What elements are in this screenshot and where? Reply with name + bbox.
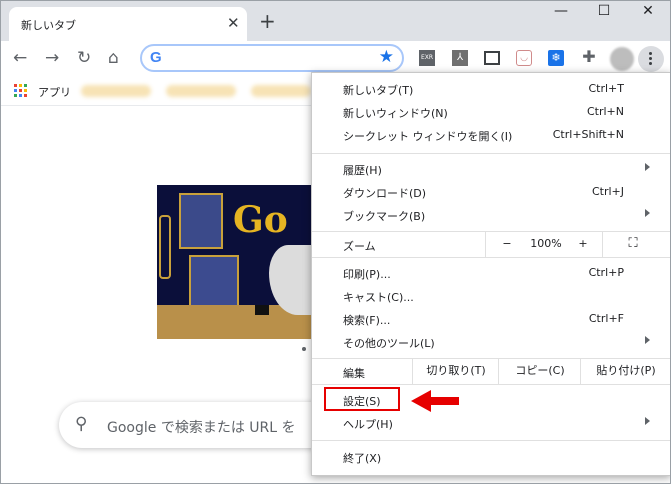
settings-highlight-box (324, 387, 400, 411)
doodle-frame (159, 215, 171, 279)
menu-separator (498, 358, 499, 384)
menu-separator (602, 231, 603, 257)
zoom-level: 100% (530, 237, 562, 250)
submenu-arrow-icon (645, 417, 650, 425)
cut-button[interactable]: 切り取り(T) (414, 360, 498, 382)
menu-item-shortcut: Ctrl+J (591, 185, 624, 198)
menu-item-label: ダウンロード(D) (343, 187, 427, 200)
menu-item-label: ヘルプ(H) (343, 418, 393, 431)
menu-item-label: キャスト(C)... (343, 291, 414, 304)
reload-icon[interactable]: ↻ (77, 48, 91, 68)
menu-item-label: 検索(F)... (343, 314, 391, 327)
menu-item-label: 新しいタブ(T) (343, 84, 414, 97)
extension-capture-icon[interactable] (484, 51, 500, 65)
edit-label: 編集 (343, 367, 365, 380)
zoom-in-button[interactable]: + (568, 233, 598, 255)
extension-pdf-icon[interactable]: ⅄ (452, 50, 468, 66)
address-bar[interactable]: G ★ (140, 44, 404, 72)
title-bar: 新しいタブ ✕ + — ☐ ✕ (1, 1, 670, 41)
menu-separator (580, 358, 581, 384)
menu-item-print[interactable]: 印刷(P)... Ctrl+P (312, 262, 670, 284)
bookmark-item[interactable] (251, 85, 311, 97)
menu-item-find[interactable]: 検索(F)... Ctrl+F (312, 308, 670, 330)
submenu-arrow-icon (645, 336, 650, 344)
submenu-arrow-icon (645, 209, 650, 217)
google-logo-icon: G (150, 49, 162, 66)
window-close-icon[interactable]: ✕ (633, 3, 663, 19)
chrome-menu: 新しいタブ(T) Ctrl+T 新しいウィンドウ(N) Ctrl+N シークレッ… (311, 72, 670, 476)
menu-item-incognito[interactable]: シークレット ウィンドウを開く(I) Ctrl+Shift+N (312, 124, 670, 146)
submenu-arrow-icon (645, 163, 650, 171)
menu-item-bookmarks[interactable]: ブックマーク(B) (312, 204, 670, 226)
forward-icon[interactable]: → (45, 48, 59, 68)
extension-exr-icon[interactable]: EXR (419, 50, 435, 66)
bookmark-item[interactable] (166, 85, 236, 97)
puzzle-icon[interactable]: ✚ (580, 48, 598, 66)
paste-button[interactable]: 貼り付け(P) (582, 360, 670, 382)
menu-item-label: 印刷(P)... (343, 268, 391, 281)
menu-item-shortcut: Ctrl+Shift+N (552, 128, 624, 141)
menu-separator (312, 440, 670, 441)
new-tab-plus-icon[interactable]: + (259, 9, 276, 33)
minimize-icon[interactable]: — (546, 3, 576, 19)
menu-separator (485, 231, 486, 257)
bookmark-item[interactable] (81, 85, 151, 97)
menu-item-help[interactable]: ヘルプ(H) (312, 412, 670, 434)
menu-item-shortcut: Ctrl+N (586, 105, 624, 118)
search-placeholder: Google で検索または URL を (107, 420, 296, 436)
menu-item-label: 新しいウィンドウ(N) (343, 107, 448, 120)
menu-item-history[interactable]: 履歴(H) (312, 158, 670, 180)
menu-separator (312, 153, 670, 154)
fullscreen-icon[interactable]: ⛶ (618, 233, 648, 255)
search-icon: ⚲ (75, 414, 88, 434)
menu-item-label: 履歴(H) (343, 164, 382, 177)
menu-zoom-row: ズーム − 100% + ⛶ (312, 231, 670, 257)
apps-grid-icon[interactable] (14, 84, 27, 97)
menu-item-new-tab[interactable]: 新しいタブ(T) Ctrl+T (312, 78, 670, 100)
menu-separator (412, 358, 413, 384)
menu-item-label: シークレット ウィンドウを開く(I) (343, 130, 513, 143)
back-icon[interactable]: ← (13, 48, 27, 68)
menu-item-shortcut: Ctrl+T (588, 82, 624, 95)
menu-item-shortcut: Ctrl+F (588, 312, 624, 325)
red-arrow-icon (411, 390, 459, 412)
doodle-card (179, 193, 223, 249)
menu-item-more-tools[interactable]: その他のツール(L) (312, 331, 670, 353)
copy-button[interactable]: コピー(C) (500, 360, 580, 382)
extension-pocket-icon[interactable]: ◡ (516, 50, 532, 66)
doodle-lettering: Go (233, 199, 288, 241)
tab-title: 新しいタブ (21, 19, 76, 32)
zoom-label: ズーム (343, 240, 376, 253)
star-icon[interactable]: ★ (379, 47, 394, 67)
maximize-icon[interactable]: ☐ (589, 3, 619, 19)
menu-separator (312, 384, 670, 385)
menu-kebab-icon[interactable] (638, 46, 664, 72)
doodle-share-dot[interactable] (302, 347, 306, 351)
menu-separator (312, 257, 670, 258)
avatar[interactable] (610, 47, 634, 71)
menu-item-label: 終了(X) (343, 452, 382, 465)
doodle-inkwell (255, 305, 269, 315)
menu-item-label: その他のツール(L) (343, 337, 435, 350)
extension-snowflake-icon[interactable]: ❄ (548, 50, 564, 66)
google-doodle-image[interactable]: Go (157, 185, 317, 339)
menu-separator (312, 358, 670, 359)
menu-item-cast[interactable]: キャスト(C)... (312, 285, 670, 307)
menu-item-label: ブックマーク(B) (343, 210, 426, 223)
menu-item-exit[interactable]: 終了(X) (312, 446, 670, 468)
tab-new-tab[interactable]: 新しいタブ ✕ (9, 7, 247, 41)
menu-item-new-window[interactable]: 新しいウィンドウ(N) Ctrl+N (312, 101, 670, 123)
home-icon[interactable]: ⌂ (108, 48, 119, 68)
zoom-out-button[interactable]: − (492, 233, 522, 255)
browser-window: 新しいタブ ✕ + — ☐ ✕ ← → ↻ ⌂ G ★ EXR ⅄ ◡ ❄ ✚ (0, 0, 671, 484)
close-icon[interactable]: ✕ (227, 14, 240, 32)
menu-item-shortcut: Ctrl+P (588, 266, 624, 279)
menu-edit-row: 編集 切り取り(T) コピー(C) 貼り付け(P) (312, 358, 670, 384)
apps-label[interactable]: アプリ (38, 84, 71, 100)
menu-separator (312, 231, 670, 232)
menu-item-downloads[interactable]: ダウンロード(D) Ctrl+J (312, 181, 670, 203)
